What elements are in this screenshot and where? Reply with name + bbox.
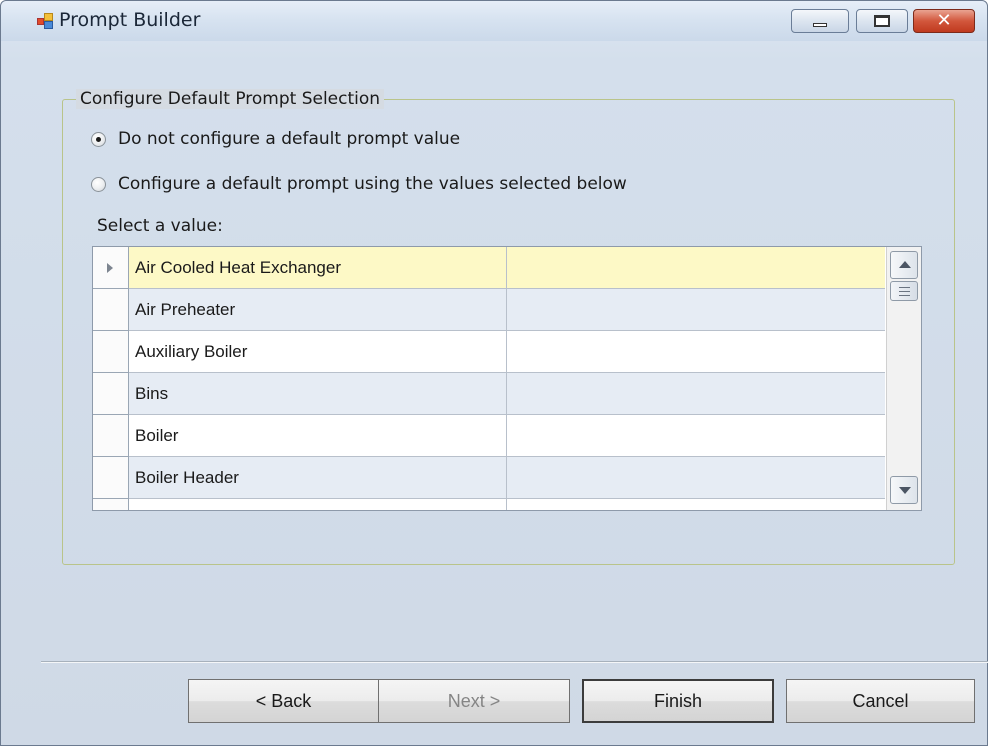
table-cell-value[interactable] bbox=[507, 247, 885, 289]
prompt-builder-window: Prompt Builder ✕ Configure Default Promp… bbox=[0, 0, 988, 746]
cancel-button[interactable]: Cancel bbox=[786, 679, 975, 723]
table-cell-name[interactable]: Boiler bbox=[129, 415, 507, 457]
close-icon: ✕ bbox=[936, 10, 952, 31]
table-row[interactable]: Auxiliary Boiler bbox=[93, 331, 885, 373]
table-cell-name[interactable]: Auxiliary Boiler bbox=[129, 331, 507, 373]
scroll-up-button[interactable] bbox=[890, 251, 918, 279]
maximize-button[interactable] bbox=[856, 9, 908, 33]
row-header[interactable] bbox=[93, 457, 129, 499]
finish-button[interactable]: Finish bbox=[582, 679, 774, 723]
scroll-down-button[interactable] bbox=[890, 476, 918, 504]
minimize-icon bbox=[813, 23, 827, 27]
minimize-button[interactable] bbox=[791, 9, 849, 33]
next-button[interactable]: Next > bbox=[379, 679, 570, 723]
table-row[interactable]: Boiler Header bbox=[93, 457, 885, 499]
title-bar[interactable]: Prompt Builder ✕ bbox=[1, 1, 987, 41]
row-header[interactable] bbox=[93, 373, 129, 415]
table-cell-value[interactable] bbox=[507, 415, 885, 457]
table-cell-name[interactable]: Air Preheater bbox=[129, 289, 507, 331]
table-cell-value[interactable] bbox=[507, 457, 885, 499]
row-header[interactable] bbox=[93, 289, 129, 331]
maximize-icon bbox=[874, 15, 890, 27]
select-value-label: Select a value: bbox=[97, 216, 223, 236]
table-row[interactable]: Air Cooled Heat Exchanger bbox=[93, 247, 885, 289]
vertical-scrollbar[interactable] bbox=[886, 247, 921, 510]
table-cell-value[interactable] bbox=[507, 331, 885, 373]
back-button[interactable]: < Back bbox=[188, 679, 379, 723]
table-row[interactable] bbox=[93, 499, 885, 510]
table-row[interactable]: Bins bbox=[93, 373, 885, 415]
table-cell-value[interactable] bbox=[507, 373, 885, 415]
row-pointer-arrow-icon bbox=[107, 263, 113, 273]
table-cell-value[interactable] bbox=[507, 499, 885, 510]
radio-button-unchecked[interactable] bbox=[91, 176, 106, 192]
table-cell-name[interactable] bbox=[129, 499, 507, 510]
values-grid[interactable]: Air Cooled Heat Exchanger Air Preheater … bbox=[92, 246, 922, 511]
row-header[interactable] bbox=[93, 499, 129, 510]
app-icon bbox=[37, 13, 53, 29]
close-button[interactable]: ✕ bbox=[913, 9, 975, 33]
row-header[interactable] bbox=[93, 331, 129, 373]
row-header[interactable] bbox=[93, 415, 129, 457]
footer-separator bbox=[41, 661, 988, 663]
window-title: Prompt Builder bbox=[59, 9, 201, 31]
table-row[interactable]: Boiler bbox=[93, 415, 885, 457]
table-cell-name[interactable]: Air Cooled Heat Exchanger bbox=[129, 247, 507, 289]
scroll-thumb[interactable] bbox=[890, 281, 918, 301]
row-header[interactable] bbox=[93, 247, 129, 289]
radio-configure-default[interactable]: Configure a default prompt using the val… bbox=[91, 174, 627, 194]
radio-configure-default-label[interactable]: Configure a default prompt using the val… bbox=[118, 174, 627, 194]
radio-button-checked[interactable] bbox=[91, 131, 106, 147]
radio-no-default-label[interactable]: Do not configure a default prompt value bbox=[118, 129, 460, 149]
table-cell-name[interactable]: Bins bbox=[129, 373, 507, 415]
table-cell-name[interactable]: Boiler Header bbox=[129, 457, 507, 499]
radio-no-default[interactable]: Do not configure a default prompt value bbox=[91, 129, 460, 149]
table-cell-value[interactable] bbox=[507, 289, 885, 331]
groupbox-title: Configure Default Prompt Selection bbox=[76, 89, 385, 109]
table-row[interactable]: Air Preheater bbox=[93, 289, 885, 331]
